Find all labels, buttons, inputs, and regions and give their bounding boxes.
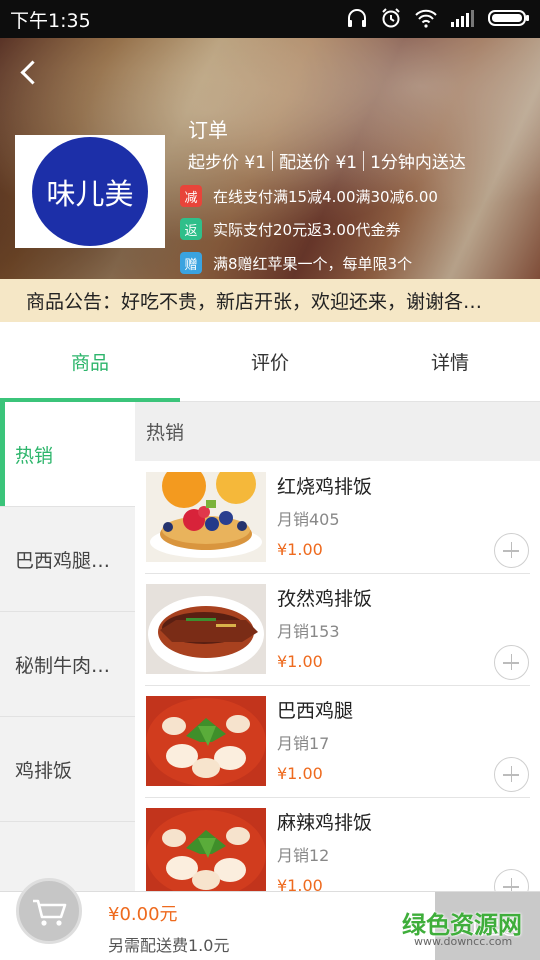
product-sales: 月销153 (277, 622, 340, 641)
alarm-icon (380, 7, 402, 33)
shop-header: 味儿美 订单 起步价 ¥1 配送价 ¥1 1分钟内送达 减 在线支付满15减4.… (0, 38, 540, 279)
delivery-fee-note: 另需配送费1.0元 (108, 936, 230, 955)
status-icons (346, 7, 530, 33)
promo-cashback: 返 实际支付20元返3.00代金券 (180, 218, 401, 240)
category-item-chicken-rice[interactable]: 鸡排饭 (0, 717, 135, 822)
checkout-button[interactable]: ¥1起送 (435, 892, 540, 960)
shop-meta: 起步价 ¥1 配送价 ¥1 1分钟内送达 (188, 148, 466, 173)
delivery-fee: 配送价 ¥1 (279, 153, 358, 173)
section-title: 热销 (135, 402, 540, 461)
product-image (146, 584, 266, 674)
list-item[interactable]: 孜然鸡排饭 月销153 ¥1.00 (135, 574, 540, 686)
category-item-brazil-chicken[interactable]: 巴西鸡腿… (0, 507, 135, 612)
signal-icon (450, 8, 476, 32)
promo-discount: 减 在线支付满15减4.00满30减6.00 (180, 185, 438, 207)
list-item[interactable]: 红烧鸡排饭 月销405 ¥1.00 (135, 462, 540, 574)
product-name: 巴西鸡腿 (277, 700, 354, 722)
status-bar: 下午1:35 (0, 0, 540, 38)
product-sales: 月销405 (277, 510, 340, 529)
category-sidebar: 热销 巴西鸡腿… 秘制牛肉… 鸡排饭 (0, 402, 135, 892)
wifi-icon (414, 8, 438, 32)
add-to-cart-icon[interactable] (494, 533, 529, 568)
product-sales: 月销17 (277, 734, 330, 753)
product-image (146, 472, 266, 562)
cart-total: ¥0.00元 (108, 904, 178, 925)
meta-divider (272, 150, 274, 171)
product-image (146, 696, 266, 786)
product-name: 红烧鸡排饭 (277, 476, 373, 498)
product-price: ¥1.00 (277, 652, 323, 671)
product-image (146, 808, 266, 898)
add-to-cart-icon[interactable] (494, 645, 529, 680)
battery-icon (488, 8, 530, 32)
tab-products[interactable]: 商品 (0, 322, 180, 402)
list-item[interactable]: 巴西鸡腿 月销17 ¥1.00 (135, 686, 540, 798)
min-order: 起步价 ¥1 (188, 153, 267, 173)
cart-button[interactable] (16, 878, 82, 944)
shop-title: 订单 (188, 118, 228, 142)
product-sales: 月销12 (277, 846, 330, 865)
cart-bar: ¥0.00元 另需配送费1.0元 ¥1起送 (0, 878, 540, 960)
gift-badge-icon: 赠 (180, 252, 202, 274)
add-to-cart-icon[interactable] (494, 757, 529, 792)
promo-text: 满8赠红苹果一个，每单限3个 (213, 254, 413, 273)
cashback-badge-icon: 返 (180, 218, 202, 240)
status-time: 下午1:35 (10, 10, 91, 32)
shop-logo-text: 味儿美 (32, 137, 148, 246)
product-name: 孜然鸡排饭 (277, 588, 373, 610)
headphones-icon (346, 7, 368, 33)
shop-notice[interactable]: 商品公告：好吃不贵，新店开张，欢迎还来，谢谢各… (0, 279, 540, 322)
promo-text: 实际支付20元返3.00代金券 (213, 220, 401, 239)
tab-details[interactable]: 详情 (360, 322, 540, 401)
delivery-time: 1分钟内送达 (370, 153, 466, 173)
cart-icon (33, 899, 67, 926)
category-item-hot[interactable]: 热销 (0, 402, 135, 507)
product-price: ¥1.00 (277, 540, 323, 559)
back-arrow-icon[interactable] (16, 56, 46, 90)
product-name: 麻辣鸡排饭 (277, 812, 373, 834)
tab-bar: 商品 评价 详情 (0, 322, 540, 402)
discount-badge-icon: 减 (180, 185, 202, 207)
tab-reviews[interactable]: 评价 (180, 322, 360, 401)
promo-text: 在线支付满15减4.00满30减6.00 (213, 187, 438, 206)
shop-logo: 味儿美 (15, 135, 165, 248)
promo-gift: 赠 满8赠红苹果一个，每单限3个 (180, 252, 412, 274)
category-item-beef[interactable]: 秘制牛肉… (0, 612, 135, 717)
meta-divider (363, 150, 365, 171)
product-price: ¥1.00 (277, 764, 323, 783)
